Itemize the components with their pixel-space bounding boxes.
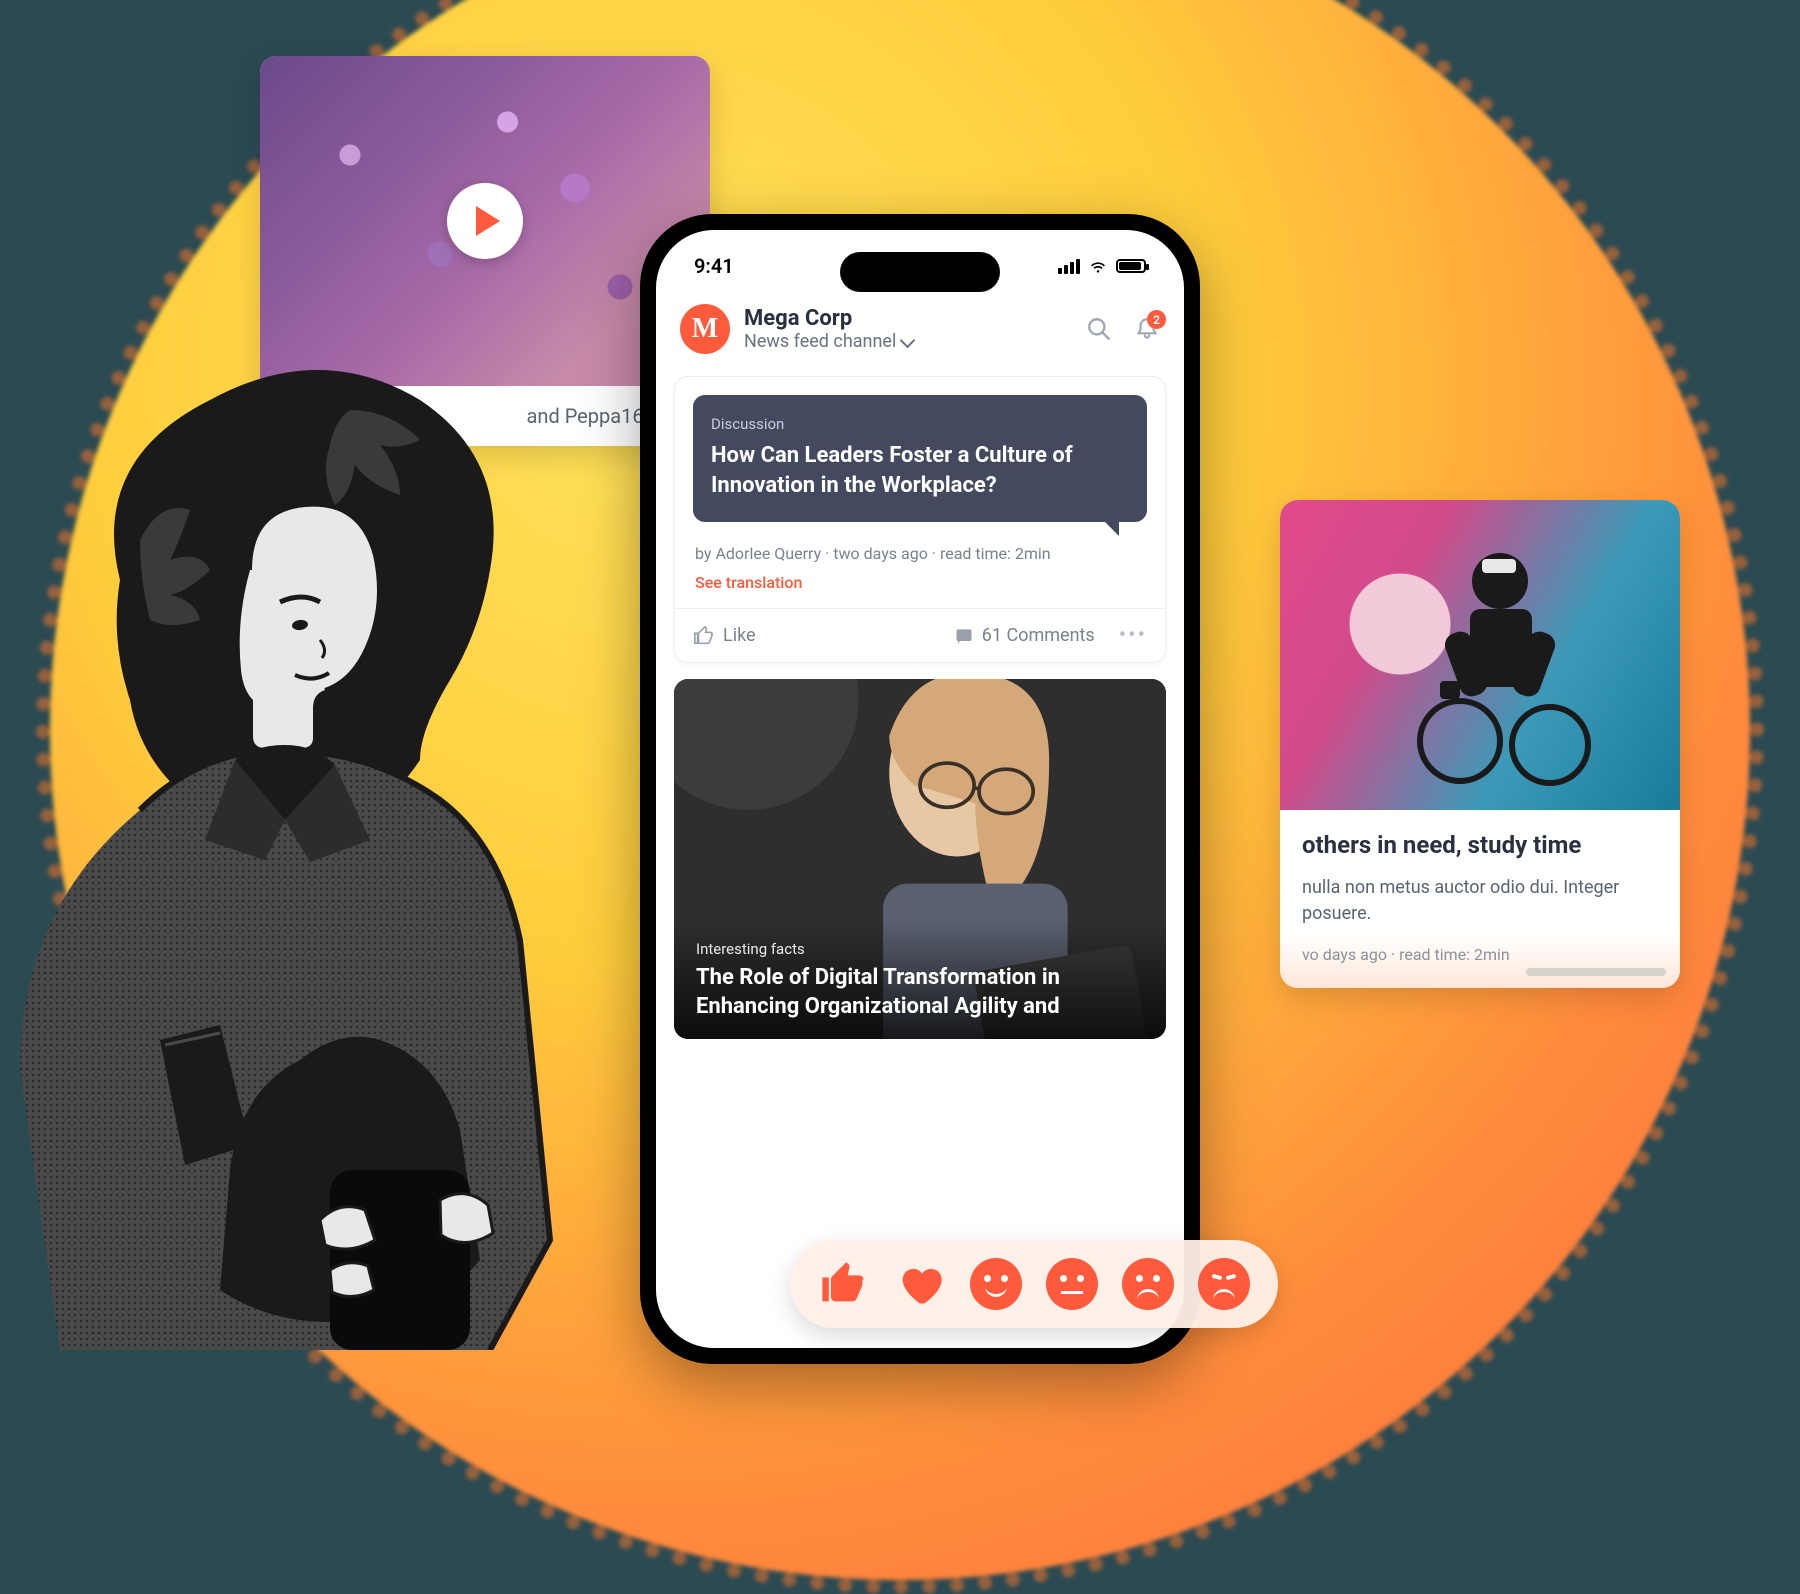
discussion-post[interactable]: Discussion How Can Leaders Foster a Cult…: [674, 376, 1166, 663]
comment-icon: [954, 626, 974, 646]
reaction-angry[interactable]: [1198, 1258, 1250, 1310]
post-meta: by Adorlee Querry · two days ago · read …: [675, 536, 1165, 567]
more-button[interactable]: •••: [1119, 623, 1147, 648]
reaction-smile[interactable]: [970, 1258, 1022, 1310]
comments-button[interactable]: 61 Comments: [954, 625, 1095, 646]
discussion-bubble: Discussion How Can Leaders Foster a Cult…: [693, 395, 1147, 522]
reaction-picker[interactable]: [790, 1240, 1278, 1328]
search-icon: [1086, 316, 1112, 342]
reaction-neutral[interactable]: [1046, 1258, 1098, 1310]
like-button[interactable]: Like: [693, 625, 756, 647]
side-article-excerpt: nulla non metus auctor odio dui. Integer…: [1302, 875, 1658, 927]
cyclist-illustration: [1400, 531, 1600, 791]
horizontal-scrollbar[interactable]: [1526, 968, 1666, 976]
notifications-button[interactable]: 2: [1134, 316, 1160, 342]
discussion-label: Discussion: [711, 415, 1129, 433]
channel-selector[interactable]: News feed channel: [744, 331, 1072, 352]
reaction-thumbs-up[interactable]: [818, 1258, 870, 1310]
app-header: M Mega Corp News feed channel: [656, 288, 1184, 376]
article-kicker: Interesting facts: [696, 940, 1144, 958]
article-title: The Role of Digital Transformation in En…: [696, 964, 1144, 1021]
thumbs-up-icon: [693, 625, 715, 647]
reaction-sad[interactable]: [1122, 1258, 1174, 1310]
status-time: 9:41: [694, 254, 734, 278]
comments-label: 61 Comments: [982, 625, 1095, 646]
side-article-card[interactable]: others in need, study time nulla non met…: [1280, 500, 1680, 988]
search-button[interactable]: [1086, 316, 1112, 342]
app-title: Mega Corp: [744, 306, 1072, 331]
cellular-icon: [1058, 259, 1080, 274]
article-post[interactable]: Interesting facts The Role of Digital Tr…: [674, 679, 1166, 1039]
play-icon: [476, 206, 500, 236]
side-article-title: others in need, study time: [1302, 830, 1658, 861]
play-button[interactable]: [447, 183, 523, 259]
channel-name: News feed channel: [744, 331, 896, 352]
side-article-image: [1280, 500, 1680, 810]
reaction-heart[interactable]: [894, 1258, 946, 1310]
wifi-icon: [1088, 256, 1108, 276]
discussion-title: How Can Leaders Foster a Culture of Inno…: [711, 441, 1129, 500]
chevron-down-icon: [900, 332, 916, 348]
post-action-bar: Like 61 Comments •••: [675, 608, 1165, 662]
translate-link[interactable]: See translation: [675, 567, 1165, 608]
notification-badge: 2: [1147, 310, 1166, 329]
battery-icon: [1116, 259, 1146, 273]
like-label: Like: [723, 625, 756, 646]
side-article-meta: vo days ago · read time: 2min: [1302, 945, 1658, 964]
app-logo[interactable]: M: [680, 304, 730, 354]
dynamic-island: [840, 252, 1000, 292]
woman-illustration: [0, 340, 660, 1350]
phone-frame: 9:41 M Mega Corp News feed channel: [640, 214, 1200, 1364]
